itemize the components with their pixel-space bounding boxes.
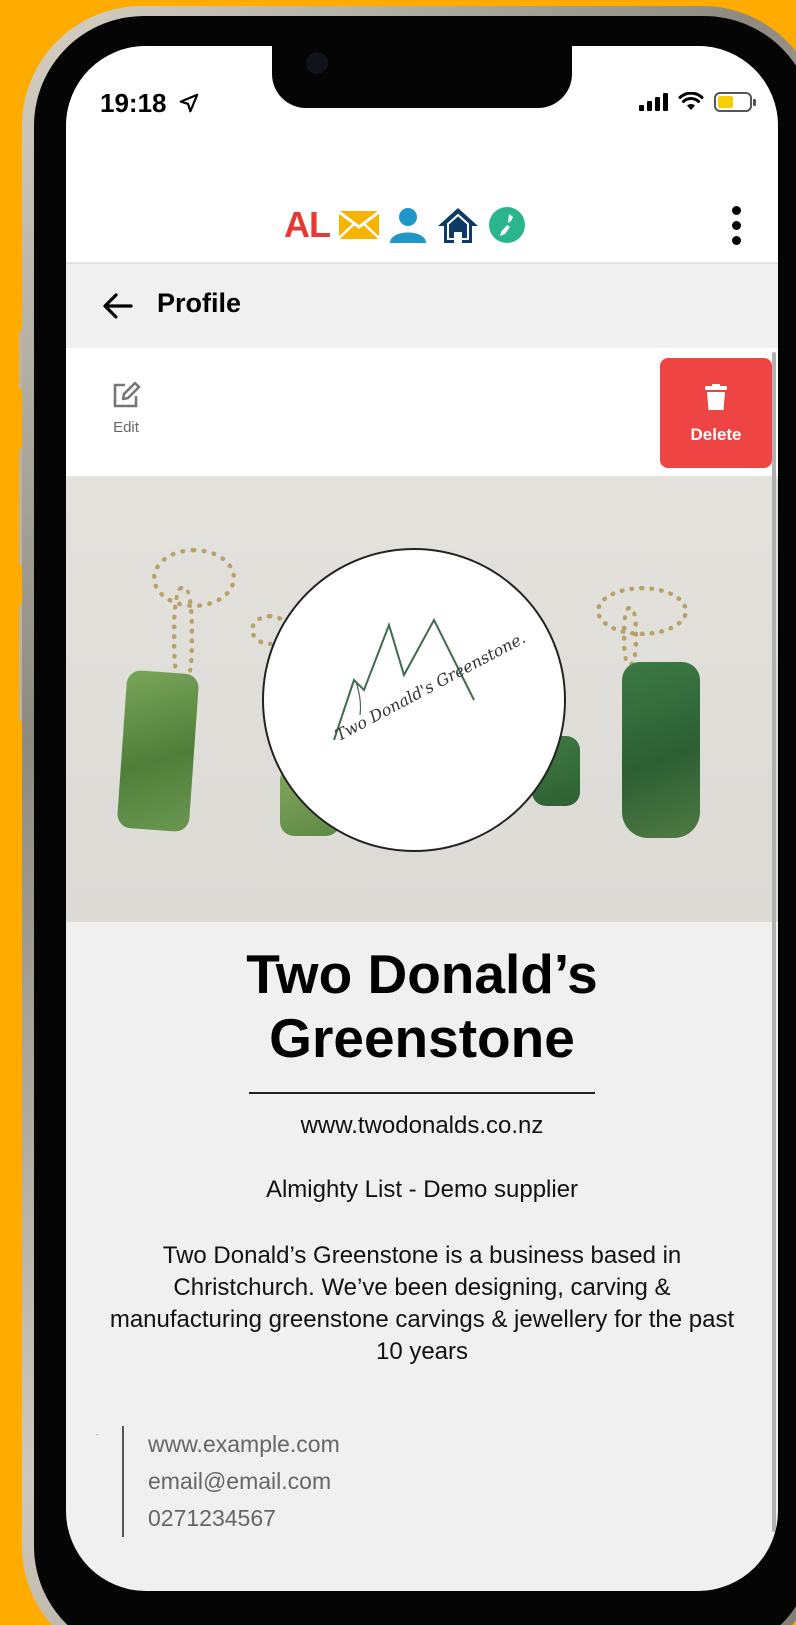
location-arrow-icon [179,93,199,113]
battery-icon [714,92,756,112]
time-text: 19:18 [100,88,167,118]
edit-button[interactable]: Edit [106,380,146,436]
trash-icon [705,384,727,410]
app-nav-icons: AL [284,204,526,246]
page-title-bar: Profile [66,264,778,348]
more-vertical-icon[interactable] [728,206,744,245]
edit-label: Edit [113,419,139,436]
front-camera [306,52,328,74]
contact-website[interactable]: www.example.com [148,1426,340,1463]
page-title: Profile [157,288,242,318]
pendant-cord [172,586,194,686]
delete-button[interactable]: Delete [660,358,772,468]
edit-icon [113,381,141,408]
action-bar: Edit Delete [66,348,778,476]
delete-label: Delete [690,425,742,444]
pendant-cord [622,606,638,666]
mail-icon[interactable] [338,210,380,240]
title-divider [249,1092,595,1094]
business-category: Almighty List - Demo supplier [265,1176,579,1203]
pendant-cord [596,586,688,636]
new-zealand-map-icon[interactable] [488,206,526,244]
home-icon[interactable] [436,206,480,244]
phone-screen: 19:18 AL Profile Edit Delete Two Donald'… [66,46,778,1591]
contact-marker: - [96,1430,99,1439]
wifi-icon [678,92,704,110]
cover-image: Two Donald's Greenstone. [66,476,778,922]
app-header: AL [66,166,778,264]
greenstone-pendant [116,669,200,833]
contact-info: www.example.com email@email.com 02712345… [122,1426,340,1537]
back-arrow-icon[interactable] [102,290,134,322]
greenstone-pendant [622,662,700,838]
business-website[interactable]: www.twodonalds.co.nz [66,1112,778,1140]
profile-details: Two Donald’s Greenstone www.twodonalds.c… [66,922,778,1368]
business-description: Two Donald’s Greenstone is a business ba… [109,1242,735,1365]
cellular-signal-icon [639,93,668,111]
contact-phone[interactable]: 0271234567 [148,1500,340,1537]
business-name: Two Donald’s Greenstone [246,943,598,1069]
pendant-cord [152,548,236,608]
notch [272,46,572,108]
status-indicators [639,92,756,112]
scrollbar[interactable] [772,352,776,1532]
user-icon[interactable] [388,207,428,243]
status-time: 19:18 [100,88,200,119]
app-logo[interactable]: AL [284,204,331,246]
contact-email[interactable]: email@email.com [148,1463,340,1500]
business-logo: Two Donald's Greenstone. [262,548,566,852]
